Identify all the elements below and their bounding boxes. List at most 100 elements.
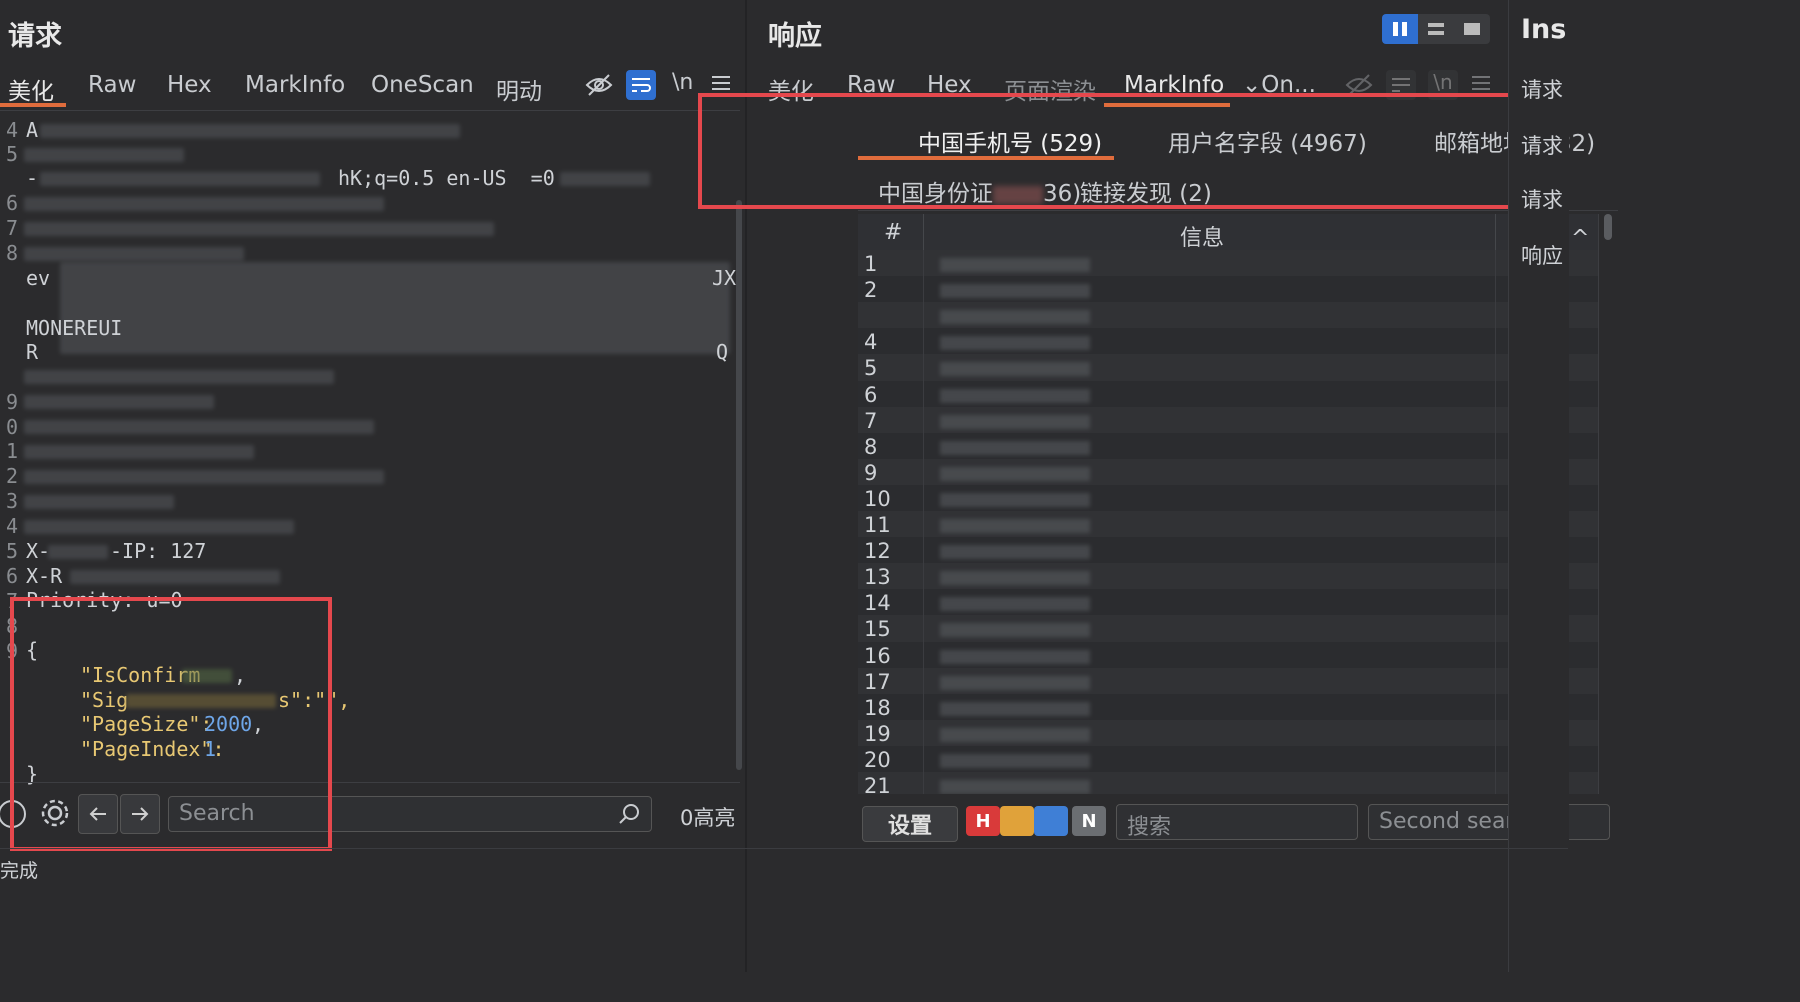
risk-filter-none[interactable]: N [1072,806,1106,836]
redacted-text [24,370,334,384]
wrap-lines-icon[interactable] [626,70,656,100]
line-number: 8 [5,241,18,265]
header-fragment: X-R [26,564,63,588]
risk-filter-high[interactable]: H [966,806,1000,836]
annotation-highlight-box [698,93,1550,209]
row-index: 2 [864,278,878,303]
redacted-text [940,519,1090,533]
table-row[interactable]: 21N [858,772,1598,794]
line-number: 6 [5,564,18,588]
row-index: 8 [864,434,878,459]
search-icon[interactable] [617,801,643,833]
request-tab-onescan[interactable]: OneScan [371,72,474,98]
row-index: 1 [864,252,878,276]
header-fragment: ev [26,266,51,290]
redacted-text [24,470,384,484]
redacted-text [24,222,494,236]
header-fragment: -IP: 127 [110,539,207,563]
search-placeholder: 搜索 [1127,815,1172,840]
redacted-text [940,310,1090,325]
inspector-item[interactable]: 请求 [1521,74,1563,104]
redacted-text [940,362,1090,377]
header-fragment: MONEREUI [26,316,123,340]
redacted-text [940,440,1090,455]
redacted-text [24,197,384,211]
redacted-text [940,675,1090,690]
second-search-input[interactable]: Second search [1368,804,1610,840]
request-tab-hex[interactable]: Hex [167,72,212,98]
settings-button[interactable]: 设置 [862,806,958,842]
redacted-text [24,148,184,162]
column-header-index[interactable]: # [884,220,902,245]
redacted-text [40,124,460,138]
row-index: 16 [864,643,891,668]
row-index: 10 [864,486,891,511]
risk-filter-low[interactable] [1034,806,1068,836]
line-number: 4 [5,118,18,142]
newline-toggle[interactable]: \n [672,70,693,95]
column-divider [1495,214,1496,250]
inspector-item[interactable]: 响应 [1521,240,1563,270]
table-right-border [1598,214,1599,794]
redacted-text [940,571,1090,586]
redacted-text [940,623,1090,638]
redacted-text [940,258,1090,272]
layout-toggle-group [1382,14,1494,44]
split-vertical-icon[interactable] [1382,14,1418,44]
header-fragment: A [26,118,39,142]
results-table-body: 1N2NN4N5N6N7N8N9N10N11N12N13N14N15N16N17… [858,250,1598,794]
column-divider [923,214,924,250]
inspector-item[interactable]: 请求 [1521,130,1563,160]
request-tab-beautify[interactable]: 美化 [8,72,54,106]
single-view-icon[interactable] [1454,14,1490,44]
request-scrollbar[interactable] [736,200,742,770]
column-header-info[interactable]: 信息 [1180,220,1224,252]
inspector-item[interactable]: 请求 [1521,184,1563,214]
redacted-text [940,466,1090,481]
redacted-text [48,545,108,559]
line-number: 4 [5,514,18,538]
row-index: 11 [864,513,891,537]
row-index: 12 [864,539,891,564]
redacted-text [940,597,1090,612]
row-index: 13 [864,565,891,590]
row-index: 4 [864,330,878,355]
redacted-text [70,570,280,584]
row-index: 20 [864,747,891,772]
column-divider [923,772,924,794]
redacted-text [940,780,1090,794]
row-index: 7 [864,408,878,433]
response-search-input[interactable]: 搜索 [1116,804,1358,840]
sort-ascending-icon: ^ [1571,226,1590,251]
line-number: 5 [5,539,18,563]
request-tab-mingdong[interactable]: 明动 [496,72,542,106]
row-index: 5 [864,356,878,381]
redacted-text [940,336,1090,351]
line-number: 0 [5,415,18,439]
line-number: 3 [5,489,18,513]
row-index: 17 [864,669,891,694]
risk-filter-medium[interactable] [1000,806,1034,836]
redacted-text [940,727,1090,742]
redacted-text [24,247,244,261]
table-scrollbar[interactable] [1604,214,1612,240]
column-divider [1495,772,1496,794]
inspector-pane: Ins 请求 请求 请求 响应 [1508,0,1569,972]
status-divider [0,848,1568,849]
redacted-text [40,172,320,186]
redacted-text [940,753,1090,768]
split-horizontal-icon[interactable] [1418,14,1454,44]
line-number: 5 [5,142,18,166]
line-number: 2 [5,464,18,488]
redacted-text [940,701,1090,716]
redacted-text [24,495,174,509]
row-index: 19 [864,721,891,746]
active-tab-indicator [0,103,66,107]
inspector-title: Ins [1521,14,1567,45]
redacted-text [940,414,1090,429]
request-tab-markinfo[interactable]: MarkInfo [245,72,345,98]
line-number: 6 [5,191,18,215]
hide-eye-icon[interactable] [584,70,614,107]
request-tab-raw[interactable]: Raw [88,72,136,98]
request-title: 请求 [8,21,62,52]
